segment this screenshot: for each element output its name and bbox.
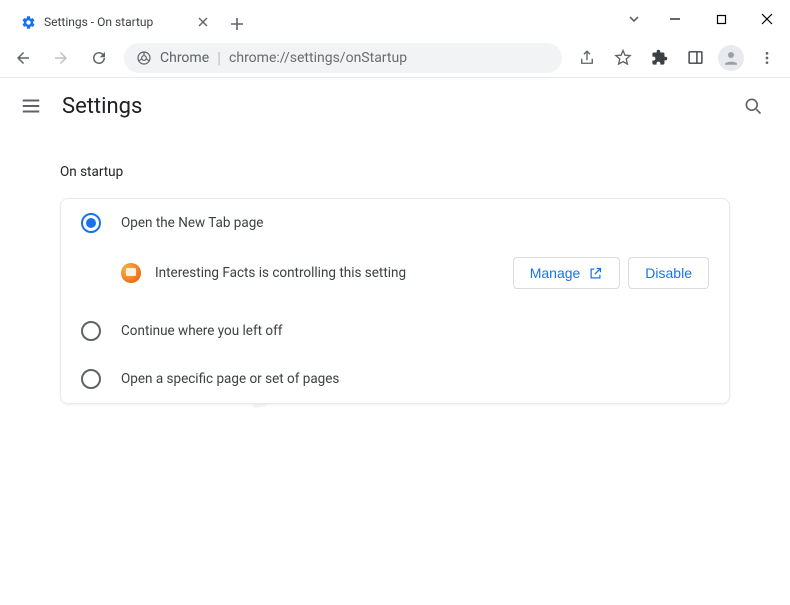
browser-tab[interactable]: Settings - On startup: [8, 6, 223, 38]
kebab-menu-icon[interactable]: [750, 43, 784, 73]
page-title: Settings: [62, 94, 142, 119]
settings-header: Settings: [0, 78, 790, 134]
option-specific-pages[interactable]: Open a specific page or set of pages: [61, 355, 729, 403]
radio-unselected[interactable]: [81, 321, 101, 341]
address-bar[interactable]: Chrome | chrome://settings/onStartup: [124, 43, 562, 73]
section-label: On startup: [60, 164, 730, 180]
forward-button[interactable]: [44, 43, 78, 73]
share-icon[interactable]: [570, 43, 604, 73]
option-continue[interactable]: Continue where you left off: [61, 307, 729, 355]
profile-avatar[interactable]: [714, 43, 748, 73]
disable-label: Disable: [645, 265, 692, 281]
chevron-down-icon[interactable]: [616, 0, 652, 38]
maximize-button[interactable]: [698, 0, 744, 38]
extension-notice-text: Interesting Facts is controlling this se…: [155, 265, 499, 281]
option-label: Open the New Tab page: [121, 215, 263, 231]
option-label: Continue where you left off: [121, 323, 283, 339]
radio-unselected[interactable]: [81, 369, 101, 389]
external-link-icon: [588, 266, 603, 281]
close-icon[interactable]: [195, 14, 211, 30]
minimize-button[interactable]: [652, 0, 698, 38]
option-new-tab[interactable]: Open the New Tab page: [61, 199, 729, 247]
search-icon[interactable]: [736, 91, 770, 121]
omnibox-prefix: Chrome: [160, 50, 209, 66]
extension-notice-row: Interesting Facts is controlling this se…: [61, 247, 729, 307]
omnibox-path: chrome://settings/onStartup: [229, 50, 407, 66]
menu-icon[interactable]: [20, 95, 42, 117]
startup-card: Open the New Tab page Interesting Facts …: [60, 198, 730, 404]
tab-title: Settings - On startup: [44, 15, 187, 29]
reload-button[interactable]: [82, 43, 116, 73]
disable-button[interactable]: Disable: [628, 257, 709, 289]
gear-icon: [20, 14, 36, 30]
option-label: Open a specific page or set of pages: [121, 371, 339, 387]
chrome-icon: [136, 50, 152, 66]
new-tab-button[interactable]: [223, 9, 251, 38]
manage-label: Manage: [530, 265, 581, 281]
avatar-icon: [718, 45, 744, 71]
omnibox-divider: |: [217, 48, 221, 67]
back-button[interactable]: [6, 43, 40, 73]
radio-selected[interactable]: [81, 213, 101, 233]
settings-content: On startup Open the New Tab page Interes…: [0, 134, 790, 424]
extension-icon: [121, 263, 141, 283]
bookmark-icon[interactable]: [606, 43, 640, 73]
window-controls: [616, 0, 790, 38]
sidepanel-icon[interactable]: [678, 43, 712, 73]
manage-button[interactable]: Manage: [513, 257, 621, 289]
extensions-icon[interactable]: [642, 43, 676, 73]
close-window-button[interactable]: [744, 0, 790, 38]
browser-toolbar: Chrome | chrome://settings/onStartup: [0, 38, 790, 78]
window-titlebar: Settings - On startup: [0, 0, 790, 38]
